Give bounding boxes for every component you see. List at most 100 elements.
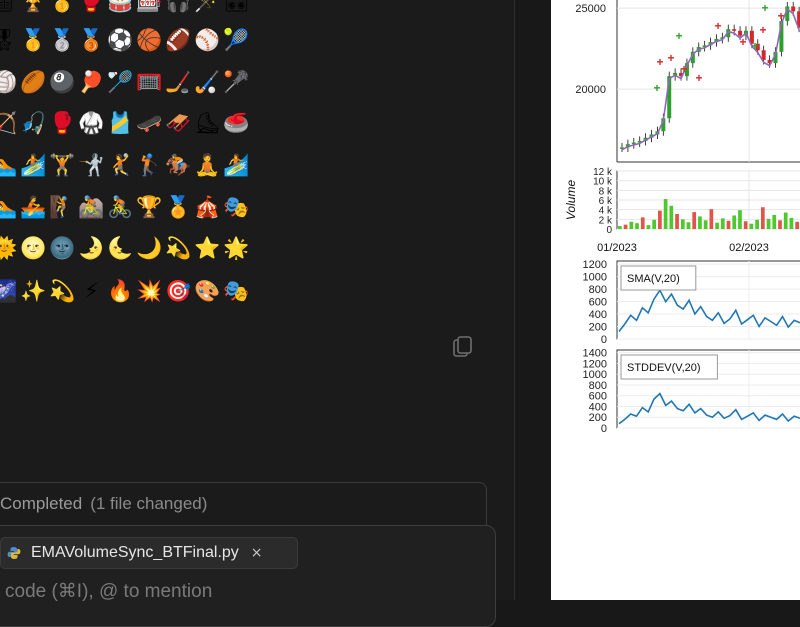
emoji-glyph: ⚾	[194, 28, 221, 52]
price-tick-label: 20000	[575, 84, 606, 96]
emoji-glyph: 🤺	[78, 153, 105, 177]
completion-status[interactable]: Completed (1 file changed)	[0, 494, 207, 514]
emoji-glyph: 🏇	[165, 153, 192, 177]
trade-marker-sell: +	[777, 9, 784, 23]
volume-bar	[658, 210, 662, 229]
volume-bar	[755, 219, 759, 229]
date-tick-label: 01/2023	[597, 242, 637, 254]
volume-bar	[789, 217, 794, 229]
backtest-plot: 2500020000+ +++++++++++ 12 k10 k8 k6 k4 k…	[564, 0, 800, 435]
volume-bar	[692, 212, 697, 229]
emoji-glyph: 🧗	[49, 195, 76, 219]
emoji-glyph: 🏊	[0, 153, 18, 177]
emoji-glyph: 🪄	[194, 0, 221, 13]
trade-marker-sell: +	[680, 62, 687, 76]
trade-marker-sell: +	[656, 55, 663, 69]
emoji-glyph: 🥍	[223, 70, 250, 94]
emoji-row: 🎚 🏆 🥇 🥊 🥁 🎰 🎧 🪄 🎛	[0, 0, 251, 16]
emoji-glyph: 🏓	[78, 70, 105, 94]
emoji-glyph: 🥈	[49, 28, 76, 52]
emoji-row: 🎖 🥇 🥈 🥉 ⚽ 🏀 🏈 ⚾ 🎾	[0, 25, 251, 55]
emoji-glyph: 🥇	[49, 0, 76, 13]
emoji-glyph: 🌛	[78, 236, 105, 260]
emoji-glyph: ✨	[20, 279, 47, 303]
volume-bar	[720, 218, 725, 229]
emoji-glyph: 🏸	[107, 70, 134, 94]
volume-bar	[778, 220, 782, 229]
volume-axis-label: Volume	[564, 180, 578, 221]
volume-bar	[766, 218, 771, 229]
emoji-glyph: 🌞	[0, 236, 18, 260]
emoji-glyph: 🎱	[49, 70, 76, 94]
attached-file-chip[interactable]: EMAVolumeSync_BTFinal.py ×	[0, 537, 298, 569]
emoji-glyph: 🏄	[223, 153, 250, 177]
emoji-glyph: 🎽	[107, 111, 134, 135]
trade-marker-buy: +	[761, 1, 768, 15]
emoji-glyph: 🥉	[78, 28, 105, 52]
volume-bar	[675, 214, 679, 229]
emoji-glyph: 🏋	[49, 153, 76, 177]
emoji-glyph: 💫	[49, 279, 76, 303]
emoji-row: 🌞 🌝 🌚 🌛 🌜 🌙 💫 ⭐ 🌟	[0, 233, 251, 263]
volume-bar	[738, 210, 742, 229]
trade-marker-sell: +	[695, 71, 702, 85]
emoji-glyph: ⛸	[194, 111, 221, 135]
emoji-glyph: 🤾	[107, 153, 134, 177]
date-axis: 01/2023 02/2023	[597, 242, 769, 254]
emoji-glyph: 🎨	[194, 279, 221, 303]
emoji-glyph: ⚽	[107, 28, 134, 52]
emoji-glyph: 🧘	[194, 153, 221, 177]
emoji-glyph: 💫	[165, 236, 192, 260]
emoji-glyph: 🔥	[107, 279, 134, 303]
emoji-glyph: 🛹	[136, 111, 163, 135]
sma-panel: 120010008006004002000 SMA(V,20)	[583, 259, 800, 346]
emoji-glyph: 🎯	[165, 279, 192, 303]
chat-panel: 🎚 🏆 🥇 🥊 🥁 🎰 🎧 🪄 🎛 🎖 🥇 🥈 🥉 ⚽ 🏀 🏈 ⚾ 🎾 🏐 🏉 🎱 🏓 🏸 🥅 🏒 🏑 🥍 🏹 🎣 🥊 🥋 🎽 🛹 🛷 ⛸ 🥌 🏊 🏄 🏋 🤺…	[0, 0, 514, 627]
status-completed-label: Completed	[0, 494, 83, 513]
emoji-glyph: 🌚	[49, 236, 76, 260]
volume-bar	[783, 212, 788, 229]
candle	[732, 29, 737, 31]
sma-legend-label: SMA(V,20)	[627, 273, 680, 285]
remove-file-button[interactable]: ×	[251, 545, 263, 561]
emoji-glyph: 🏊	[0, 195, 18, 219]
emoji-glyph: 🏅	[165, 195, 192, 219]
emoji-glyph: 🏀	[136, 28, 163, 52]
emoji-glyph: 🏉	[20, 70, 47, 94]
emoji-row: 🏐 🏉 🎱 🏓 🏸 🥅 🏒 🏑 🥍	[0, 67, 251, 97]
stddev-tick-label: 0	[601, 423, 607, 435]
trade-marker-sell: +	[714, 19, 721, 33]
panel-gutter	[515, 0, 551, 600]
emoji-glyph: ⚡	[84, 279, 99, 303]
sma-tick-label: 400	[589, 309, 607, 321]
stddev-panel: 1400120010008006004002000STDDEV(V,20)	[583, 348, 800, 435]
emoji-glyph: 🎖	[0, 28, 18, 52]
volume-bar	[715, 222, 719, 229]
emoji-glyph: 🎭	[223, 279, 250, 303]
volume-bar	[686, 222, 691, 229]
emoji-glyph: 🏐	[0, 70, 18, 94]
volume-bar	[726, 220, 731, 229]
status-changes-label: (1 file changed)	[90, 494, 208, 513]
candle	[761, 50, 766, 60]
emoji-glyph: 🥊	[49, 111, 76, 135]
emoji-glyph: 🌙	[136, 236, 163, 260]
emoji-row: 🏊 🏄 🏋 🤺 🤾 🏌 🏇 🧘 🏄	[0, 150, 251, 180]
plot-viewer: 25000 20000 + + + + + + + + + + + + 12 k 10 k8 k6 k4 k…	[551, 0, 800, 600]
emoji-glyph: 🏆	[136, 195, 163, 219]
volume-bar	[772, 214, 777, 229]
candle	[791, 6, 796, 12]
emoji-row: 🌌 ✨ 💫 ⚡ 🔥 💥 🎯 🎨 🎭	[0, 276, 251, 306]
copy-icon[interactable]	[452, 335, 474, 359]
volume-bar	[663, 199, 668, 229]
attached-file-name: EMAVolumeSync_BTFinal.py	[31, 544, 239, 561]
volume-bar	[698, 216, 702, 229]
sma-tick-label: 0	[601, 334, 607, 346]
sma-tick-label: 800	[589, 284, 607, 296]
emoji-glyph: 🏆	[20, 0, 47, 13]
emoji-glyph: 🥇	[20, 28, 47, 52]
emoji-glyph: 💥	[136, 279, 163, 303]
volume-bar	[703, 220, 708, 229]
volume-bar	[618, 226, 622, 229]
volume-bar	[669, 205, 674, 229]
